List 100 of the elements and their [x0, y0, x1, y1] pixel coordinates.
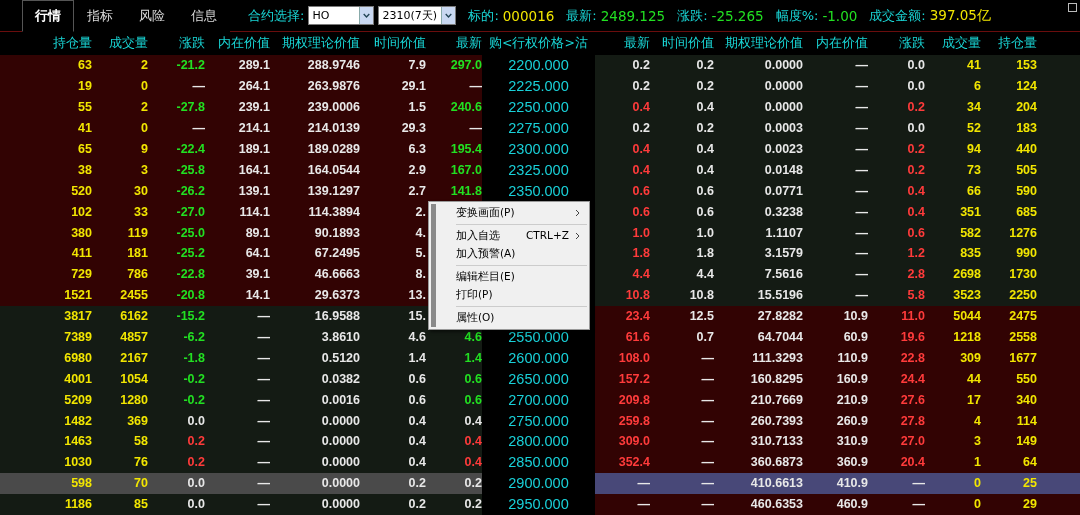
- strike-price: 2900.000: [508, 475, 569, 492]
- quote-value: -1.00: [822, 7, 858, 24]
- column-header: 期权理论价值: [281, 35, 360, 52]
- table-cell-text: 39.1: [244, 267, 270, 282]
- table-cell-text: —: [854, 121, 868, 136]
- table-cell-text: 44: [966, 371, 981, 386]
- table-cell-text: 4.6: [463, 330, 482, 344]
- table-cell-text: -21.2: [175, 58, 205, 73]
- table-cell-text: 0.0771: [763, 183, 803, 198]
- table-cell-text: 27.8: [899, 413, 925, 428]
- table-cell-text: —: [700, 350, 714, 365]
- quote-label: 标的:: [468, 6, 499, 25]
- table-cell-text: 29.1: [400, 79, 426, 94]
- table-cell-text: 3.8610: [320, 330, 360, 344]
- table-cell-text: 0.4: [463, 455, 482, 470]
- table-cell-text: 41: [966, 58, 981, 73]
- table-cell-text: 1218: [952, 330, 981, 344]
- table-cell-text: 582: [959, 225, 981, 240]
- product-select[interactable]: HO: [308, 6, 375, 25]
- table-cell-text: 2698: [952, 267, 981, 282]
- menu-item[interactable]: 加入预警(A): [456, 245, 587, 263]
- table-cell-text: 119: [126, 225, 148, 240]
- table-cell-text: 598: [70, 476, 92, 491]
- table-cell-text: 2.7: [407, 183, 426, 198]
- table-cell-text: 0.0: [186, 497, 205, 512]
- table-cell-text: 1.1107: [764, 225, 803, 240]
- table-cell-text: —: [854, 246, 868, 261]
- column-header: 期权理论价值: [724, 35, 803, 52]
- table-cell-text: 288.9746: [306, 58, 360, 73]
- window-icon[interactable]: [1068, 3, 1077, 12]
- menu-item[interactable]: 加入自选 CTRL+Z: [456, 227, 587, 245]
- table-cell-text: 7.9: [407, 58, 426, 73]
- table-cell-text: 0.0023: [763, 142, 803, 156]
- table-cell-text: 351: [959, 204, 981, 219]
- table-cell-text: 260.7393: [749, 413, 803, 428]
- table-cell-text: 0.6: [695, 183, 714, 198]
- table-cell-text: 164.0544: [306, 162, 360, 177]
- table-cell-text: 264.1: [237, 79, 270, 94]
- table-cell-text: 410.9: [835, 476, 868, 491]
- table-cell-text: 1.4: [407, 350, 426, 365]
- table-cell-text: 411: [70, 246, 92, 261]
- table-cell-text: 1482: [63, 413, 92, 428]
- table-cell-text: 1276: [1008, 225, 1037, 240]
- table-cell-text: -26.2: [175, 183, 205, 198]
- table-cell-text: 14.1: [244, 288, 270, 303]
- table-cell-text: 12.5: [688, 309, 714, 324]
- table-cell-text: 160.9: [835, 371, 868, 386]
- table-cell-text: —: [468, 79, 482, 94]
- table-cell-text: 0.2: [463, 497, 482, 512]
- table-cell-text: 27.0: [899, 434, 925, 449]
- table-cell-text: —: [256, 392, 270, 407]
- menu-item[interactable]: 编辑栏目(E): [456, 268, 587, 286]
- table-cell-text: 25: [1022, 476, 1037, 491]
- table-cell-text: -25.8: [175, 162, 205, 177]
- table-cell-text: 0.0000: [320, 497, 360, 512]
- table-cell-text: 114.1: [238, 204, 270, 219]
- strike-price: 2325.000: [508, 161, 569, 178]
- table-cell-text: 2167: [119, 350, 148, 365]
- month-select[interactable]: 2310(7天): [378, 6, 457, 25]
- table-cell-text: 124: [1015, 79, 1037, 94]
- table-cell-text: 0.2: [631, 121, 650, 136]
- table-cell-text: —: [256, 434, 270, 449]
- table-cell-text: 360.9: [835, 455, 868, 470]
- table-cell-text: 1280: [119, 392, 148, 407]
- table-cell-text: 1730: [1008, 267, 1037, 282]
- table-cell-text: —: [636, 497, 650, 512]
- menu-item[interactable]: 打印(P): [456, 286, 587, 304]
- table-cell-text: 0.2: [407, 497, 426, 512]
- table-cell-text: 380: [70, 225, 92, 240]
- quote-value: 000016: [502, 7, 555, 24]
- table-cell-text: 5.: [414, 246, 426, 261]
- menu-item[interactable]: 变换画面(P): [456, 204, 587, 222]
- table-cell-text: 110.9: [836, 350, 868, 365]
- table-cell-text: —: [256, 455, 270, 470]
- strike-price: 2200.000: [508, 57, 569, 74]
- column-header: 内在价值: [815, 35, 868, 52]
- menu-item[interactable]: 属性(O): [456, 309, 587, 327]
- quote-label: 幅度%:: [775, 6, 819, 25]
- table-cell-text: 63: [77, 58, 92, 73]
- table-cell-text: 0.7: [695, 330, 714, 344]
- table-cell-text: 27.8282: [756, 309, 803, 324]
- table-cell-text: 310.7133: [749, 434, 803, 449]
- table-cell-text: 259.8: [617, 413, 650, 428]
- table-cell-text: -1.8: [182, 350, 205, 365]
- table-cell-text: 0.4: [407, 413, 426, 428]
- table-cell-text: 153: [1015, 58, 1037, 73]
- table-cell-text: 7389: [63, 330, 92, 344]
- table-cell-text: 67.2495: [313, 246, 360, 261]
- table-cell-text: 111.3293: [751, 350, 803, 365]
- tab[interactable]: 行情: [22, 0, 74, 32]
- table-cell-text: 0.0: [906, 79, 925, 94]
- table-cell-text: 0.2: [463, 476, 482, 491]
- table-cell-text: 19: [77, 79, 92, 94]
- table-cell-text: 0.0000: [320, 434, 360, 449]
- table-cell-text: 5209: [63, 392, 92, 407]
- table-cell-text: -22.4: [175, 142, 205, 156]
- table-cell-text: 289.1: [237, 58, 270, 73]
- table-cell-text: 0.6: [631, 204, 650, 219]
- table-cell-text: 70: [133, 476, 148, 491]
- table-cell-text: 0.2: [906, 100, 925, 115]
